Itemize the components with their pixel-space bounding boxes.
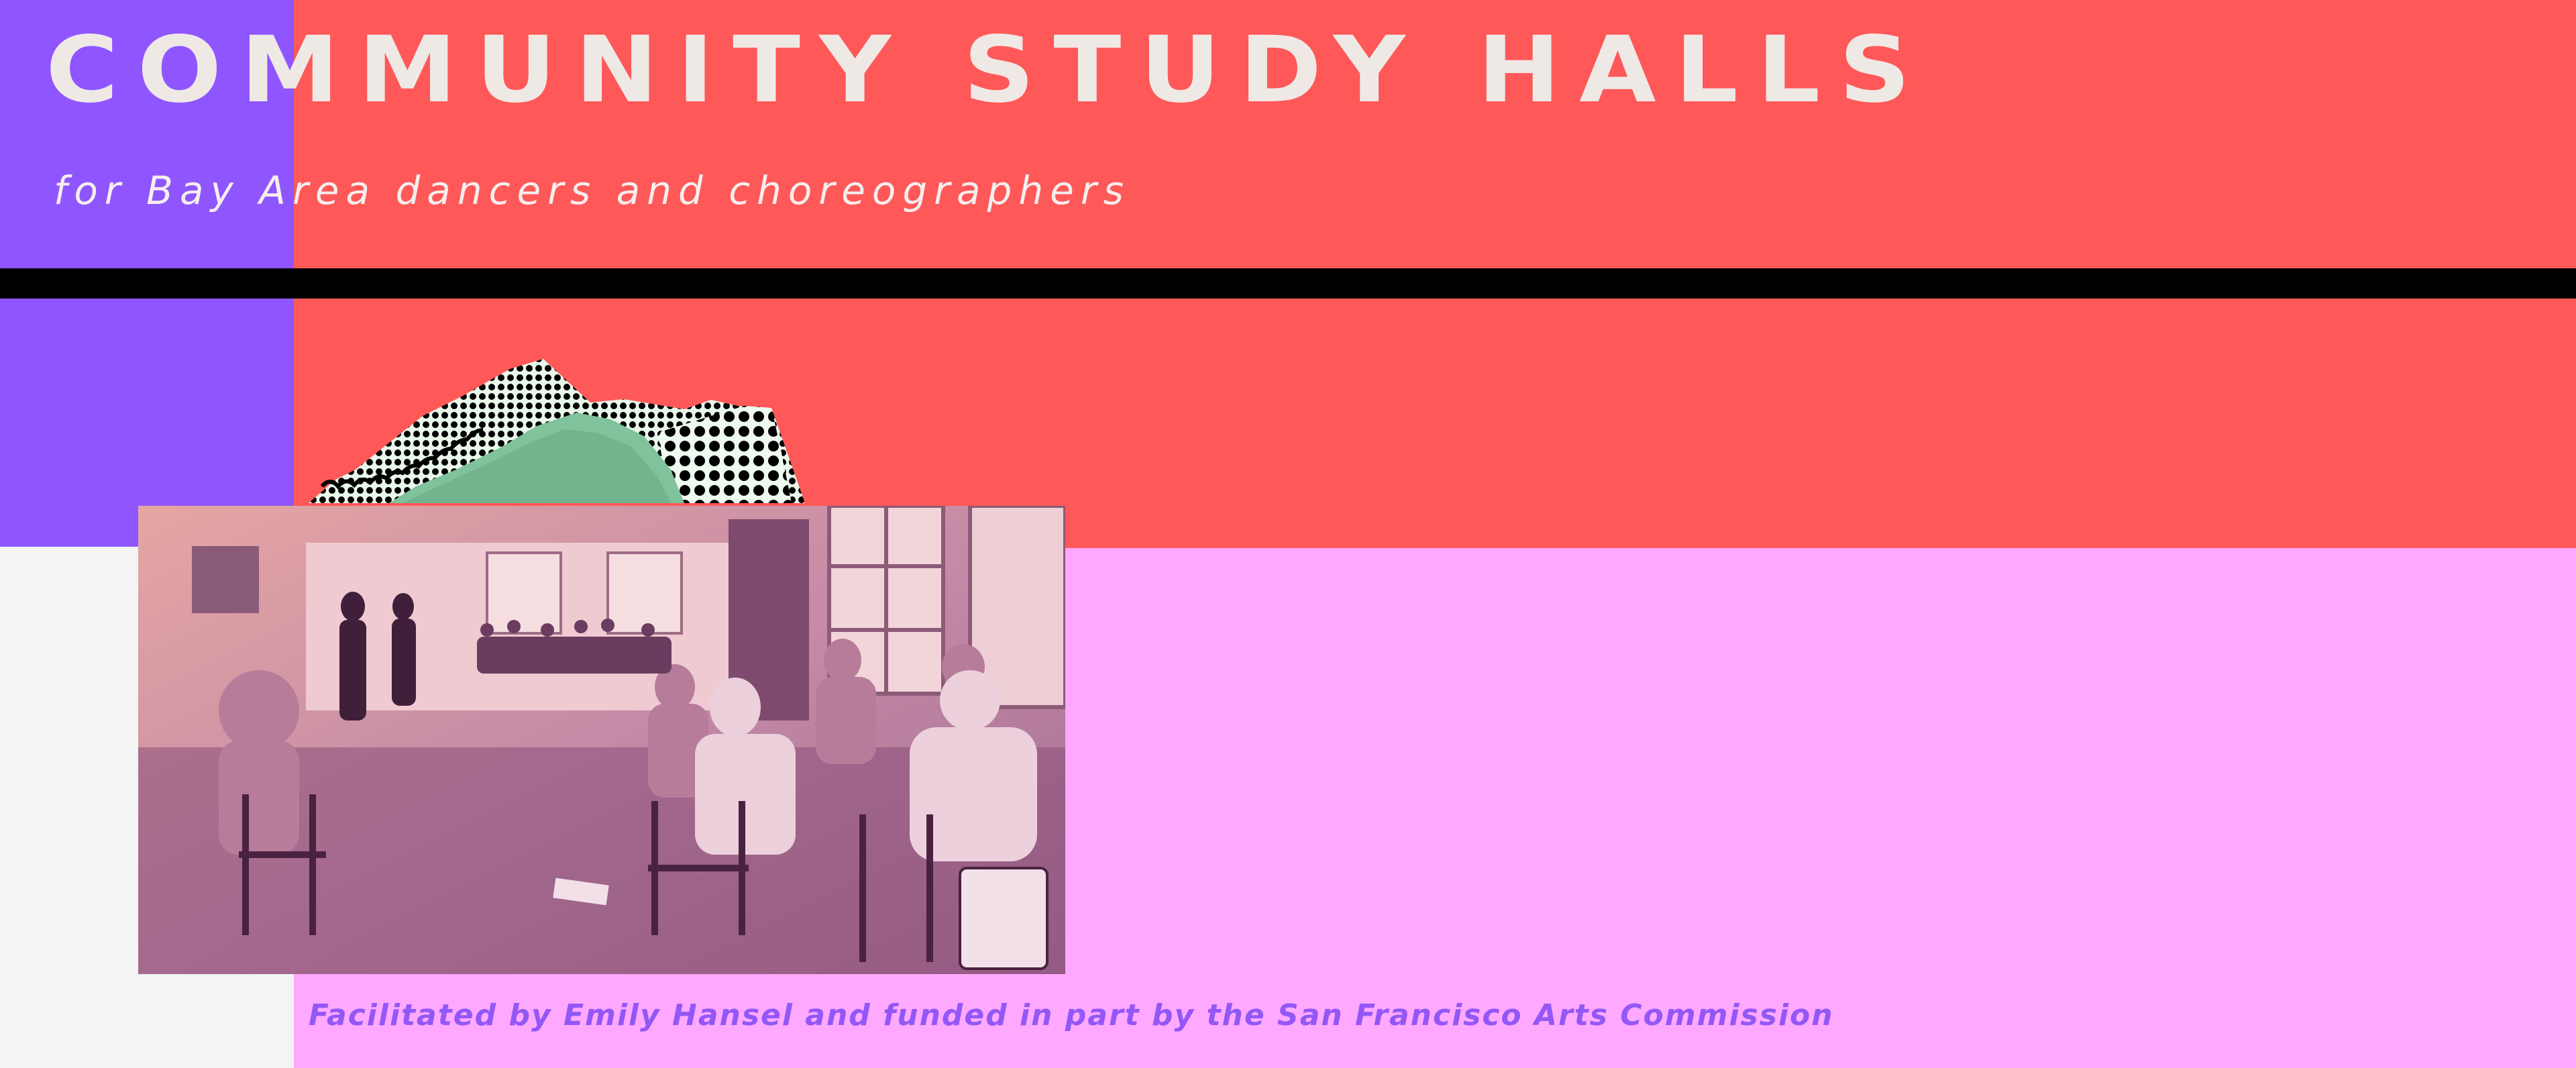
torn-paper-collage-image [309,359,805,503]
page-title: COMMUNITY STUDY HALLS [46,16,1929,123]
page-subtitle: for Bay Area dancers and choreographers [54,168,1130,213]
dancers-studio-photo [138,506,1065,974]
black-divider-bar [0,268,2576,299]
footer-credit: Facilitated by Emily Hansel and funded i… [309,998,1834,1032]
